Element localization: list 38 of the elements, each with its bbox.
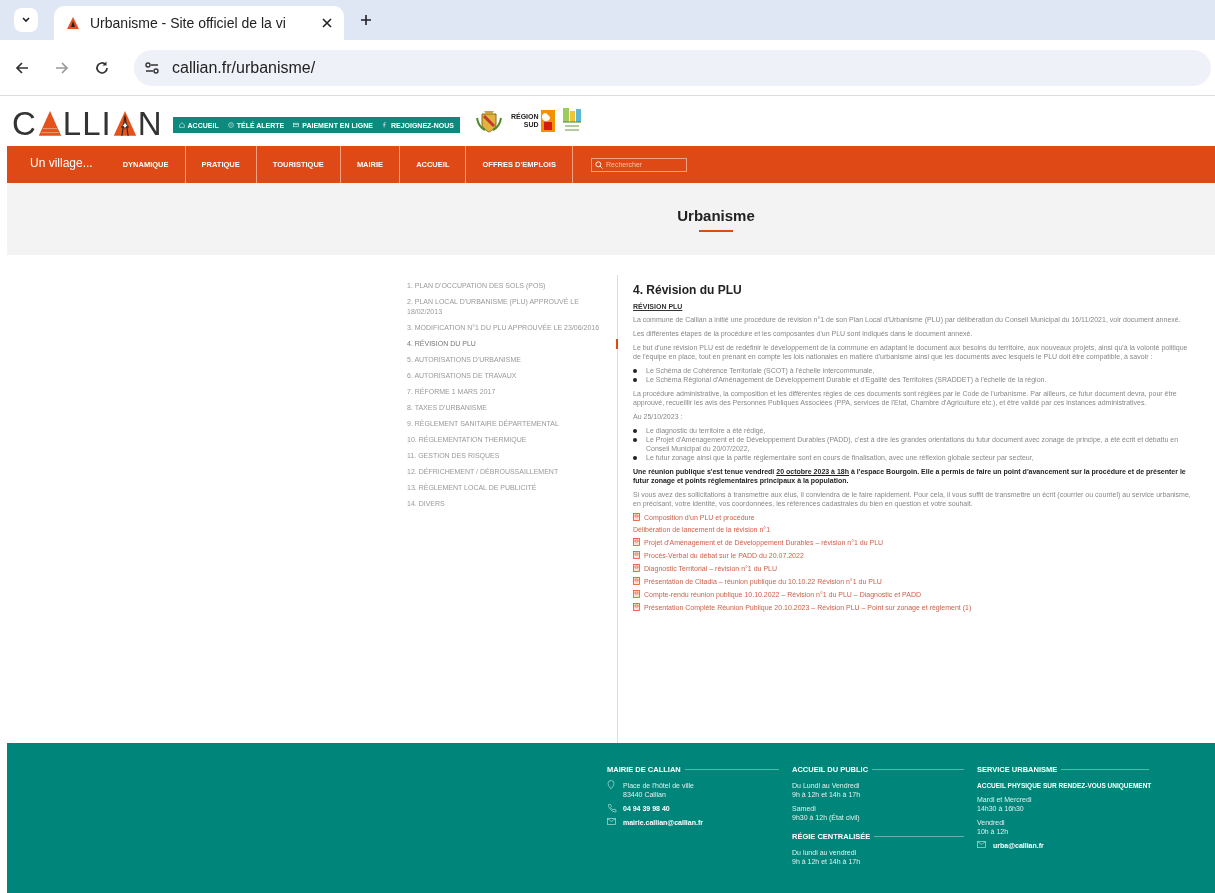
pdf-file-icon [633,564,640,572]
forward-icon [54,59,70,76]
bullet-icon [633,369,637,373]
close-icon [322,18,332,28]
favicon-icon [66,16,80,30]
bullet-icon [633,378,637,382]
tab-title: Urbanisme - Site officiel de la vi [90,15,287,31]
back-icon [14,59,30,76]
dropdown-icon [14,8,38,32]
mail-icon [607,817,617,827]
bullet-icon [633,429,637,433]
new-tab-icon [360,14,372,26]
callian-logo[interactable]: C LLI N [12,103,163,139]
browser-tab[interactable]: Urbanisme - Site officiel de la vi [54,6,344,40]
title-underline [699,230,733,232]
home-icon [178,122,185,128]
mail-icon [977,840,987,850]
article-heading: 4. Révision du PLU [633,283,743,297]
site-tagline[interactable]: Un village... [7,142,115,183]
facebook-icon [381,122,388,128]
pdf-file-icon [633,551,640,559]
flag-icon [540,110,555,132]
page-title: Urbanisme [677,207,755,224]
card-icon [293,122,300,128]
pdf-file-icon [633,590,640,598]
bullet-icon [633,438,637,442]
info-icon [227,122,234,128]
location-pin-icon [607,780,617,790]
pdf-file-icon [633,603,640,611]
phone-icon [607,803,617,813]
address-field[interactable]: callian.fr/urbanisme/ [134,49,1211,86]
bullet-icon [633,456,637,460]
reload-icon [94,59,110,76]
site-settings-icon [144,59,160,76]
pdf-file-icon [633,538,640,546]
search-icon [594,160,603,169]
pdf-file-icon [633,513,640,521]
pdf-file-icon [633,577,640,585]
